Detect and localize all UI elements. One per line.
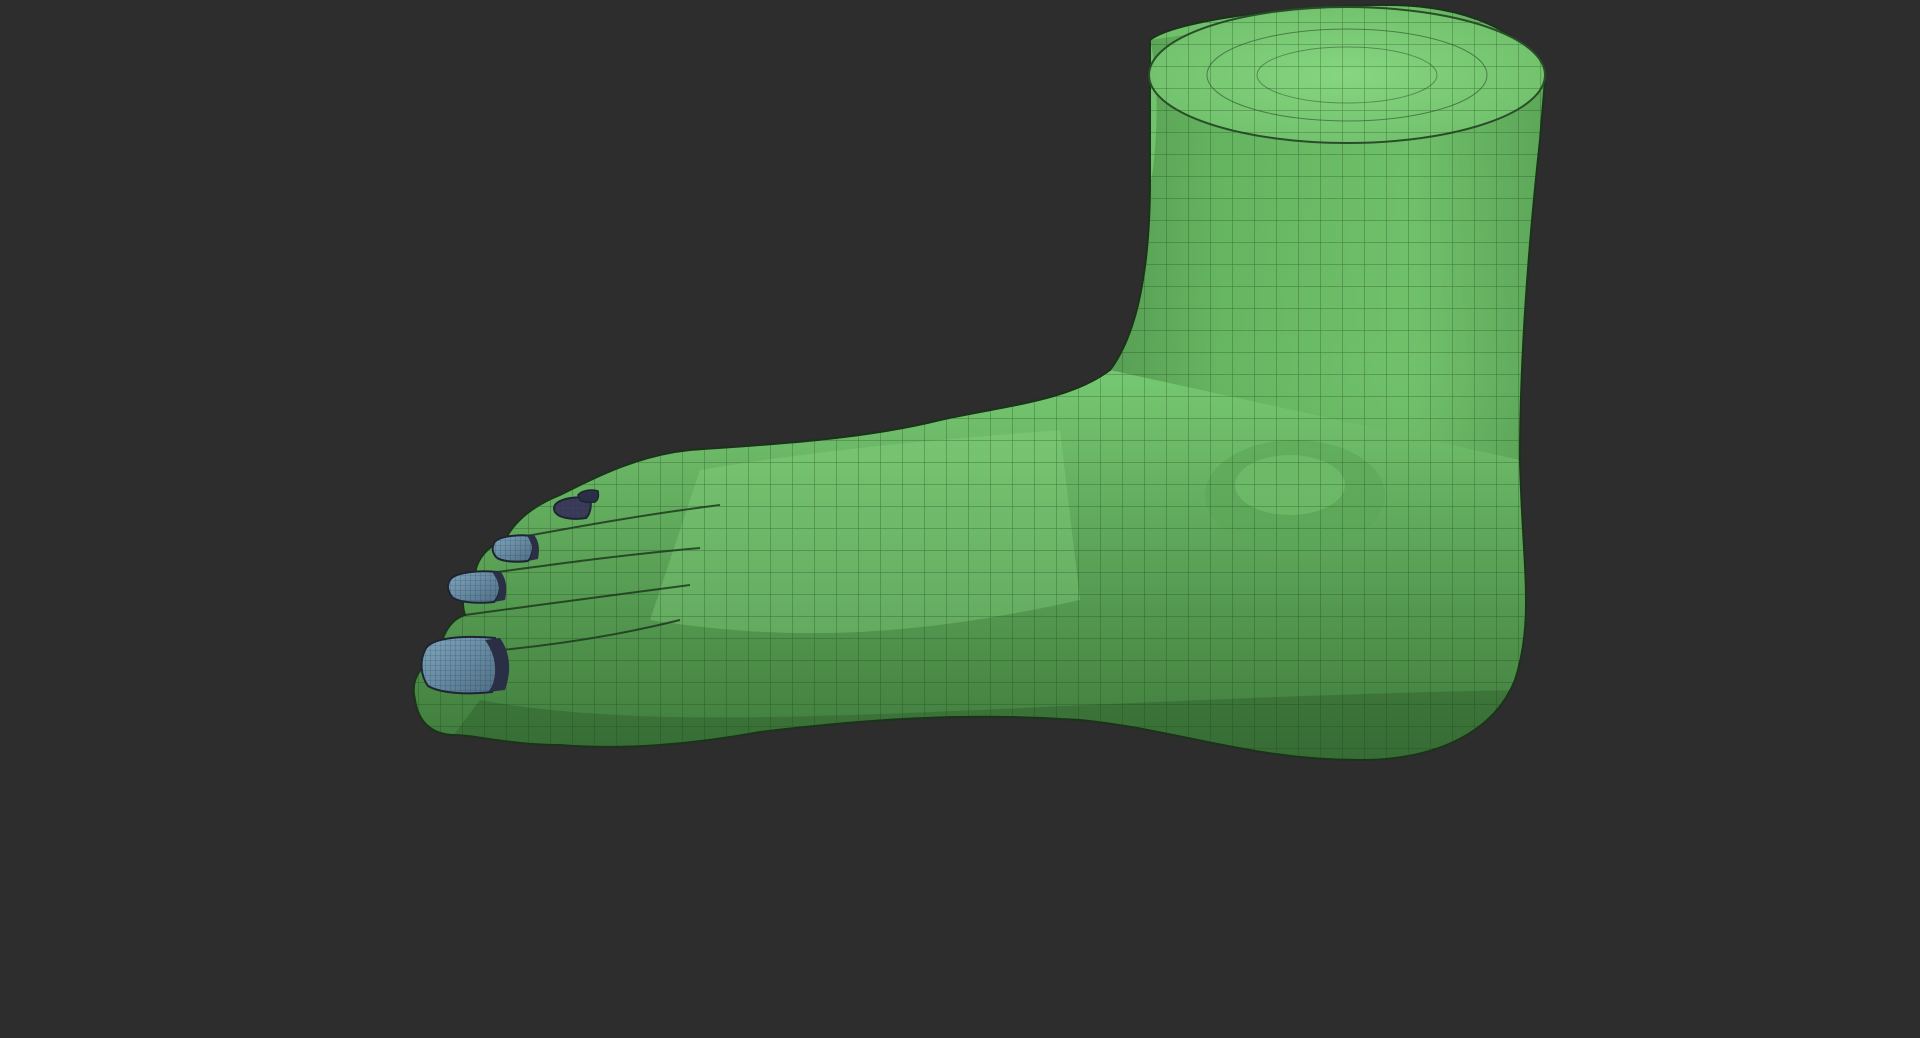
viewport-scene: [412, 4, 1546, 761]
3d-viewport[interactable]: [0, 0, 1920, 1038]
second-toe-nail: [446, 570, 507, 604]
big-toe-nail: [420, 635, 510, 695]
leg-top-cap[interactable]: [1148, 6, 1546, 144]
third-toe-nail: [491, 534, 539, 563]
little-toe-nail: [577, 489, 600, 504]
